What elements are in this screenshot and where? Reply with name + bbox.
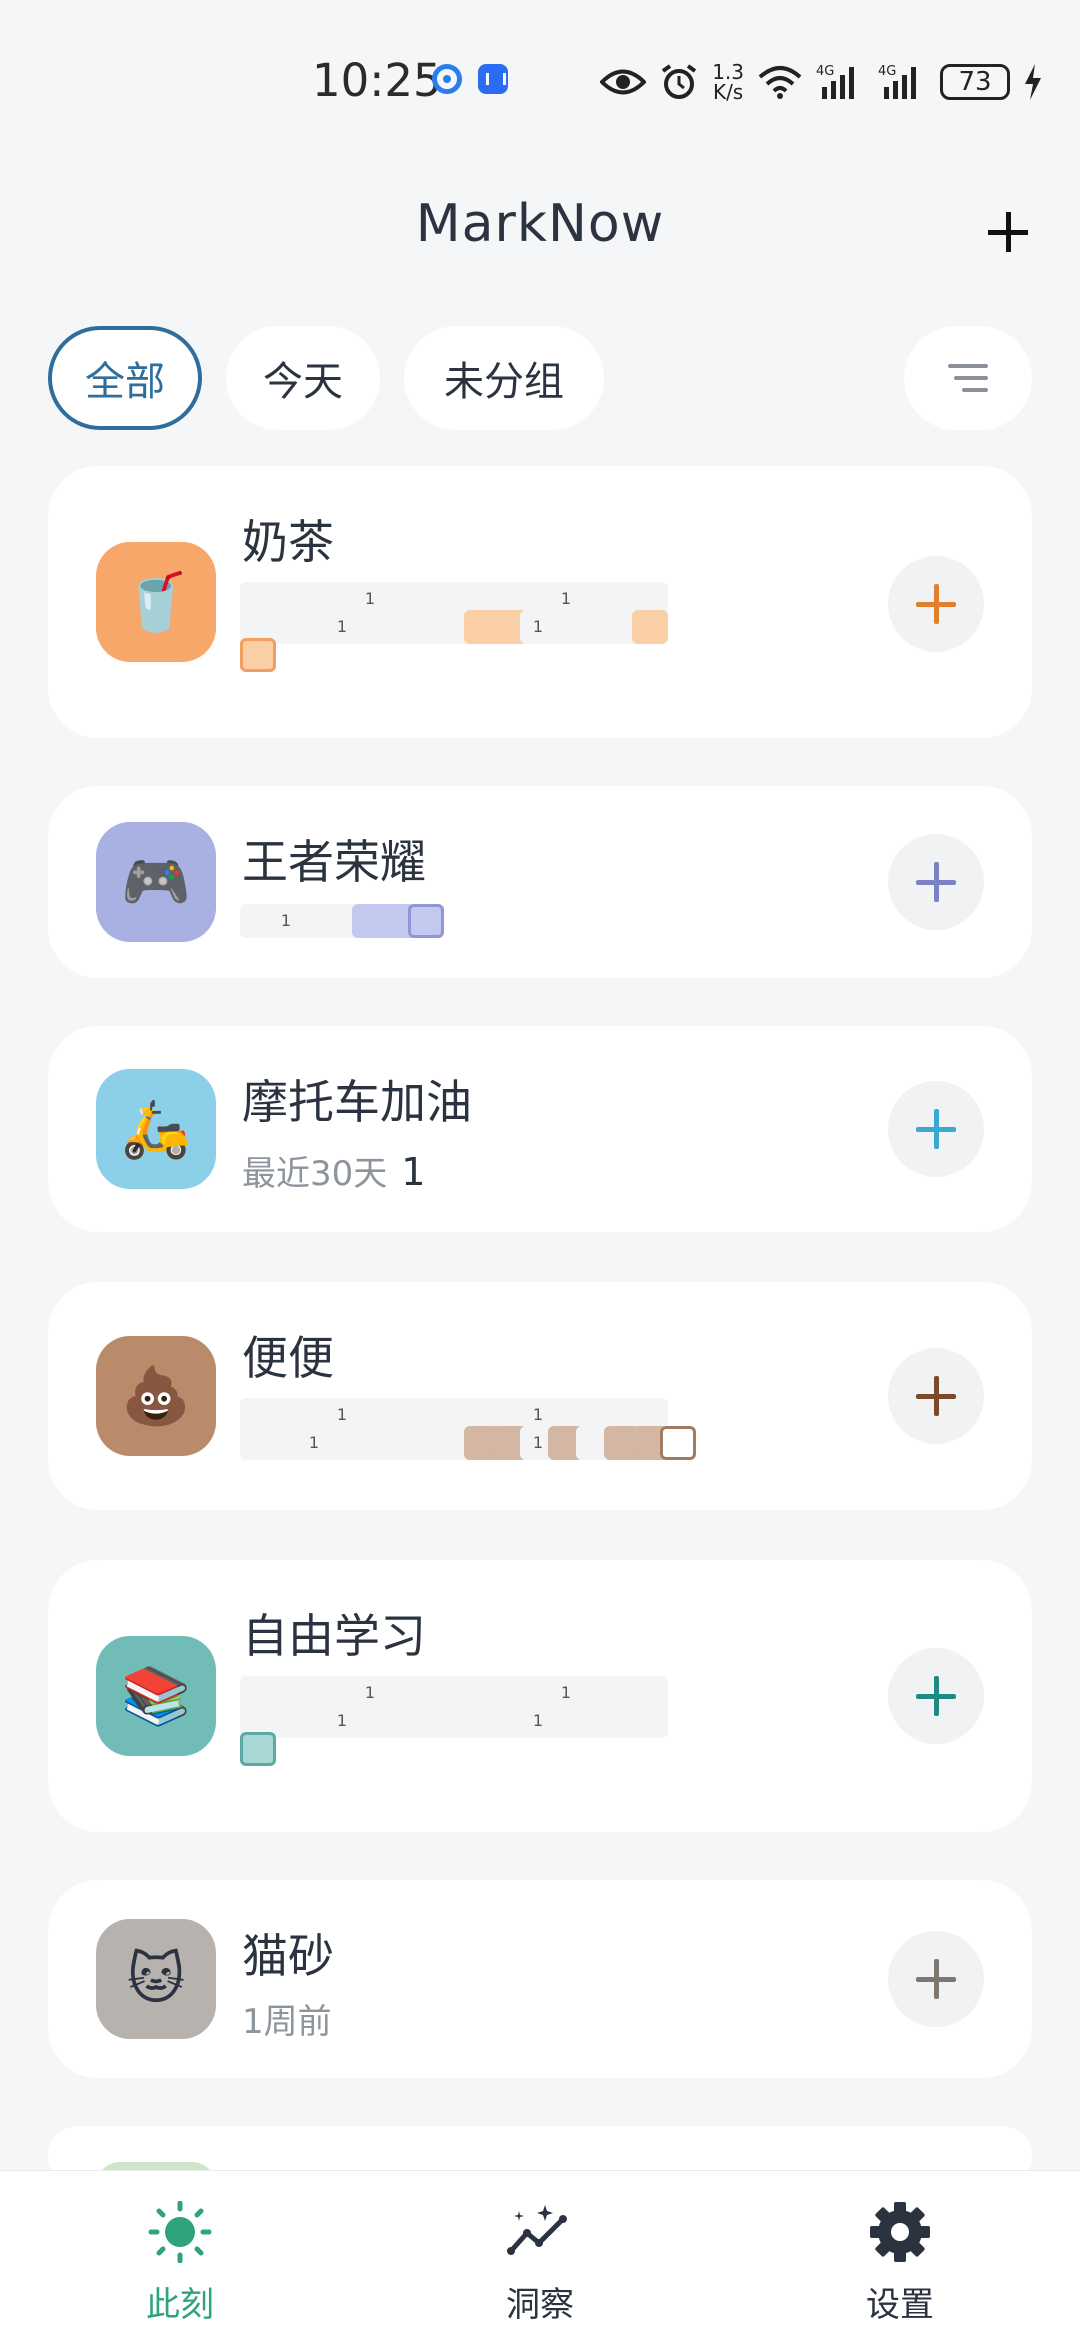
tracker-card-cat-litter[interactable]: 🐱 猫砂 1周前 — [48, 1880, 1032, 2078]
tracker-card-honor-of-kings[interactable]: 🎮 王者荣耀 1 — [48, 786, 1032, 978]
gear-icon — [870, 2202, 930, 2262]
tracker-subtitle: 最近30天 1 — [242, 1150, 426, 1194]
tracker-card-motorcycle-fuel[interactable]: 🛵 摩托车加油 最近30天 1 — [48, 1026, 1032, 1232]
sun-icon — [148, 2201, 212, 2263]
quick-add-button[interactable] — [888, 1931, 984, 2027]
status-time: 10:25 — [312, 54, 442, 107]
sort-icon-line — [948, 364, 988, 368]
sort-icon-line — [954, 376, 988, 380]
nav-label-settings: 设置 — [866, 2285, 934, 2325]
poop-icon: 💩 — [96, 1336, 216, 1456]
app-header: MarkNow — [0, 180, 1080, 270]
gamepad-icon: 🎮 — [96, 822, 216, 942]
nav-tab-now[interactable]: 此刻 — [80, 2201, 280, 2325]
nav-tab-insights[interactable]: 洞察 — [440, 2201, 640, 2325]
books-icon: 📚 — [96, 1636, 216, 1756]
heatmap-cell-today — [240, 1732, 276, 1766]
tracker-name: 便便 — [242, 1331, 334, 1385]
app-title: MarkNow — [415, 194, 665, 254]
tracker-card-poop[interactable]: 💩 便便 1111 — [48, 1282, 1032, 1510]
add-tracker-button[interactable] — [978, 202, 1038, 262]
tracker-name: 王者荣耀 — [242, 835, 426, 889]
signal-icon-2: 4G — [878, 64, 916, 99]
milk-tea-icon: 🥤 — [96, 542, 216, 662]
quick-add-button[interactable] — [888, 556, 984, 652]
voice-app-icon — [478, 64, 508, 94]
svg-text:4G: 4G — [816, 64, 834, 79]
battery-indicator: 73 — [940, 64, 1010, 100]
sort-icon-line — [962, 388, 988, 392]
tracker-name: 奶茶 — [242, 515, 334, 569]
heatmap-cell-today — [408, 904, 444, 938]
heatmap-cell-filled — [632, 610, 668, 644]
nav-label-now: 此刻 — [146, 2285, 214, 2325]
tracker-count: 1 — [401, 1150, 426, 1194]
tracker-card-free-study[interactable]: 📚 自由学习 1111 — [48, 1560, 1032, 1832]
status-bar: 10:25 1.3 K/s 4G 4G 73 — [0, 0, 1080, 160]
heatmap-cell-today — [240, 638, 276, 672]
quick-add-button[interactable] — [888, 834, 984, 930]
charging-icon — [1025, 64, 1041, 100]
trend-sparkle-icon — [507, 2205, 567, 2255]
wifi-icon — [758, 66, 802, 99]
status-icons: 1.3 K/s 4G 4G 73 — [600, 54, 1042, 110]
heatmap-cell-today — [660, 1426, 696, 1460]
network-speed: 1.3 K/s — [712, 60, 744, 104]
filter-chip-today[interactable]: 今天 — [226, 326, 380, 430]
sort-button[interactable] — [904, 326, 1032, 430]
bottom-nav: 此刻 洞察 设置 — [0, 2170, 1080, 2340]
notification-app-icon — [432, 64, 462, 94]
quick-add-button[interactable] — [888, 1081, 984, 1177]
svg-text:4G: 4G — [878, 64, 896, 79]
eye-icon — [600, 69, 647, 95]
quick-add-button[interactable] — [888, 1648, 984, 1744]
filter-chip-all[interactable]: 全部 — [48, 326, 202, 430]
cat-icon: 🐱 — [96, 1919, 216, 2039]
filter-chip-ungrouped[interactable]: 未分组 — [404, 326, 604, 430]
tracker-name: 猫砂 — [242, 1929, 334, 1983]
tracker-subtitle: 1周前 — [242, 2002, 332, 2042]
scooter-icon: 🛵 — [96, 1069, 216, 1189]
alarm-icon — [662, 64, 697, 99]
nav-label-insights: 洞察 — [506, 2285, 574, 2325]
quick-add-button[interactable] — [888, 1348, 984, 1444]
tracker-name: 自由学习 — [242, 1609, 426, 1663]
heatmap-cell — [632, 1704, 668, 1738]
tracker-card-milk-tea[interactable]: 🥤 奶茶 1111 — [48, 466, 1032, 738]
signal-icon-1: 4G — [816, 64, 854, 99]
tracker-name: 摩托车加油 — [242, 1075, 472, 1129]
nav-tab-settings[interactable]: 设置 — [800, 2201, 1000, 2325]
filter-bar: 全部 今天 未分组 — [48, 326, 1032, 430]
